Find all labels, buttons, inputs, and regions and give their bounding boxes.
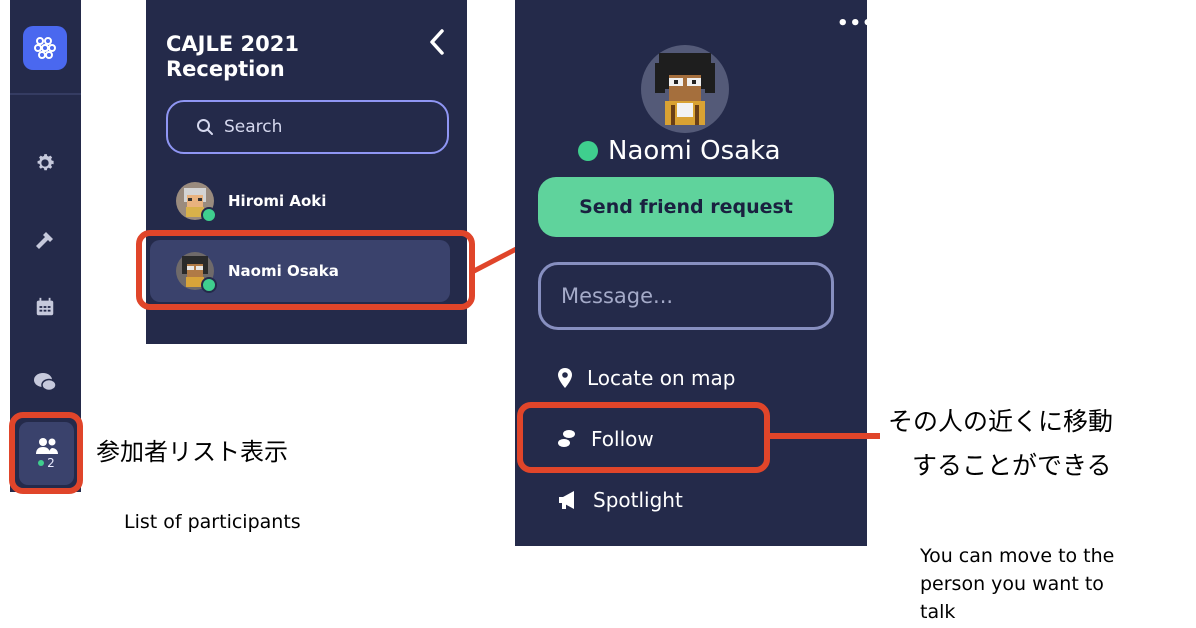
megaphone-icon	[559, 491, 574, 509]
participant-name: Hiromi Aoki	[228, 192, 327, 210]
send-friend-request-button[interactable]: Send friend request	[538, 177, 834, 237]
annotation-follow-en-line3: talk	[920, 601, 956, 623]
annotation-participants-en: List of participants	[124, 511, 301, 533]
people-icon	[35, 438, 58, 454]
chat-bubbles-icon[interactable]	[30, 367, 60, 397]
map-pin-icon	[558, 368, 572, 388]
spotlight-action[interactable]: Spotlight	[557, 488, 683, 512]
spotlight-label: Spotlight	[593, 488, 683, 512]
message-input[interactable]: Message...	[538, 262, 834, 330]
locate-label: Locate on map	[587, 366, 736, 390]
space-title: CAJLE 2021 Reception	[166, 32, 396, 82]
annotation-participants-jp: 参加者リスト表示	[96, 438, 288, 466]
annotation-follow-jp-line1: その人の近くに移動	[888, 407, 1114, 436]
more-options-button[interactable]: •••	[837, 13, 875, 34]
search-placeholder: Search	[224, 117, 283, 137]
annotation-follow-en-line2: person you want to	[920, 573, 1104, 595]
build-hammer-icon[interactable]	[30, 226, 60, 256]
participants-button[interactable]: 2	[9, 412, 83, 494]
space-title-line2: Reception	[166, 57, 285, 81]
avatar	[176, 182, 217, 223]
grapes-icon	[34, 37, 56, 59]
message-placeholder: Message...	[561, 284, 674, 308]
online-status-dot	[201, 207, 217, 223]
profile-name: Naomi Osaka	[578, 136, 838, 166]
annotation-connector-line	[770, 433, 880, 439]
space-title-line1: CAJLE 2021	[166, 32, 299, 56]
participant-row[interactable]: Hiromi Aoki	[176, 178, 446, 224]
search-icon	[197, 119, 213, 135]
profile-name-text: Naomi Osaka	[608, 136, 781, 166]
online-count-value: 2	[47, 456, 55, 470]
calendar-icon[interactable]	[30, 292, 60, 322]
sidebar-divider	[10, 93, 81, 95]
follow-highlight	[517, 402, 770, 473]
collapse-chevron-icon[interactable]	[425, 27, 451, 57]
online-dot	[38, 460, 45, 466]
settings-gear-icon[interactable]	[30, 148, 60, 178]
online-status-dot	[578, 141, 598, 161]
annotation-follow-en-line1: You can move to the	[920, 545, 1115, 567]
locate-on-map-action[interactable]: Locate on map	[557, 366, 736, 390]
app-logo[interactable]	[23, 26, 67, 70]
search-input[interactable]: Search	[166, 100, 449, 154]
online-count: 2	[38, 456, 55, 470]
profile-avatar	[641, 45, 729, 133]
annotation-follow-jp-line2: することができる	[912, 451, 1112, 480]
selected-row-highlight	[136, 230, 475, 310]
